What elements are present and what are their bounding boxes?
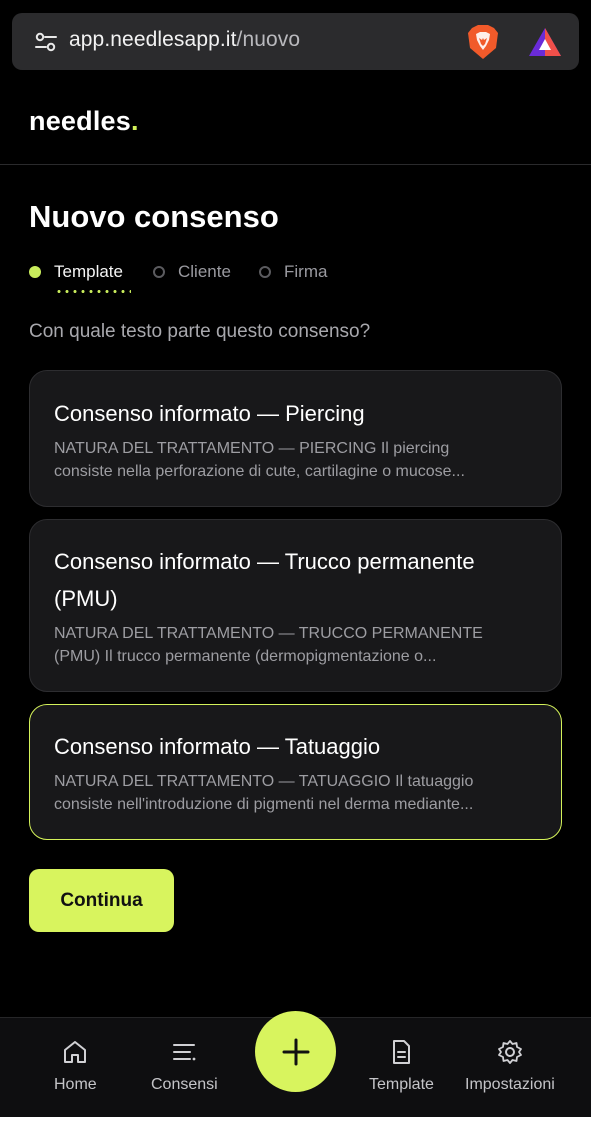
app-logo[interactable]: needles. xyxy=(29,106,139,137)
new-consent-fab[interactable] xyxy=(255,1011,336,1092)
template-card-tatuaggio[interactable]: Consenso informato — Tatuaggio NATURA DE… xyxy=(29,704,562,840)
step-inactive-dot xyxy=(153,266,165,278)
step-active-dot xyxy=(29,266,41,278)
list-icon xyxy=(173,1044,196,1061)
template-description: NATURA DEL TRATTAMENTO — PIERCING Il pie… xyxy=(54,437,537,483)
nav-consensi[interactable]: Consensi xyxy=(151,1038,218,1094)
nav-label: Impostazioni xyxy=(465,1076,555,1093)
step-firma[interactable]: Firma xyxy=(259,262,327,282)
step-label: Cliente xyxy=(178,262,231,281)
step-inactive-dot xyxy=(259,266,271,278)
template-description: NATURA DEL TRATTAMENTO — TRUCCO PERMANEN… xyxy=(54,622,537,668)
document-icon xyxy=(393,1040,411,1064)
step-template[interactable]: Template xyxy=(29,262,123,282)
template-title-line: (PMU) xyxy=(54,586,118,611)
url-text[interactable]: app.needlesapp.it/nuovo xyxy=(69,28,300,52)
template-description-line: NATURA DEL TRATTAMENTO — TRUCCO PERMANEN… xyxy=(54,625,483,642)
step-active-underline xyxy=(55,290,131,293)
step-label: Template xyxy=(54,262,123,281)
gear-icon xyxy=(498,1040,522,1064)
template-title-line: Consenso informato — Trucco permanente xyxy=(54,549,475,574)
nav-label: Template xyxy=(369,1076,434,1093)
template-description-line: NATURA DEL TRATTAMENTO — PIERCING Il pie… xyxy=(54,440,450,457)
template-description-line: consiste nella perforazione di cute, car… xyxy=(54,463,465,480)
logo-text: needles xyxy=(29,106,131,136)
browser-address-bar[interactable]: app.needlesapp.it/nuovo xyxy=(12,13,579,70)
bat-rewards-icon[interactable] xyxy=(528,27,562,57)
template-description: NATURA DEL TRATTAMENTO — TATUAGGIO Il ta… xyxy=(54,770,537,816)
template-question: Con quale testo parte questo consenso? xyxy=(29,321,371,342)
logo-dot: . xyxy=(130,106,139,136)
plus-icon xyxy=(282,1038,309,1065)
url-path: /nuovo xyxy=(236,28,301,51)
brave-shields-icon[interactable] xyxy=(466,24,500,60)
template-card-pmu[interactable]: Consenso informato — Trucco permanente (… xyxy=(29,519,562,692)
template-card-piercing[interactable]: Consenso informato — Piercing NATURA DEL… xyxy=(29,370,562,507)
url-host: app.needlesapp.it xyxy=(69,28,237,51)
step-label: Firma xyxy=(284,262,328,281)
nav-label: Home xyxy=(54,1076,97,1093)
template-description-line: consiste nell'introduzione di pigmenti n… xyxy=(54,796,474,813)
template-title: Consenso informato — Piercing xyxy=(54,401,365,426)
home-icon xyxy=(64,1041,87,1063)
continue-button[interactable]: Continua xyxy=(29,869,174,932)
nav-label: Consensi xyxy=(151,1076,218,1093)
step-cliente[interactable]: Cliente xyxy=(153,262,231,282)
template-title: Consenso informato — Tatuaggio xyxy=(54,734,381,759)
nav-template[interactable]: Template xyxy=(369,1038,434,1094)
screen-bottom-edge xyxy=(0,1117,591,1122)
nav-home[interactable]: Home xyxy=(54,1038,97,1094)
nav-impostazioni[interactable]: Impostazioni xyxy=(465,1038,555,1094)
template-description-line: (PMU) Il trucco permanente (dermopigment… xyxy=(54,648,437,665)
template-title: Consenso informato — Trucco permanente (… xyxy=(54,543,537,617)
page-title: Nuovo consenso xyxy=(29,199,279,234)
site-settings-icon[interactable] xyxy=(34,31,58,53)
template-description-line: NATURA DEL TRATTAMENTO — TATUAGGIO Il ta… xyxy=(54,773,474,790)
